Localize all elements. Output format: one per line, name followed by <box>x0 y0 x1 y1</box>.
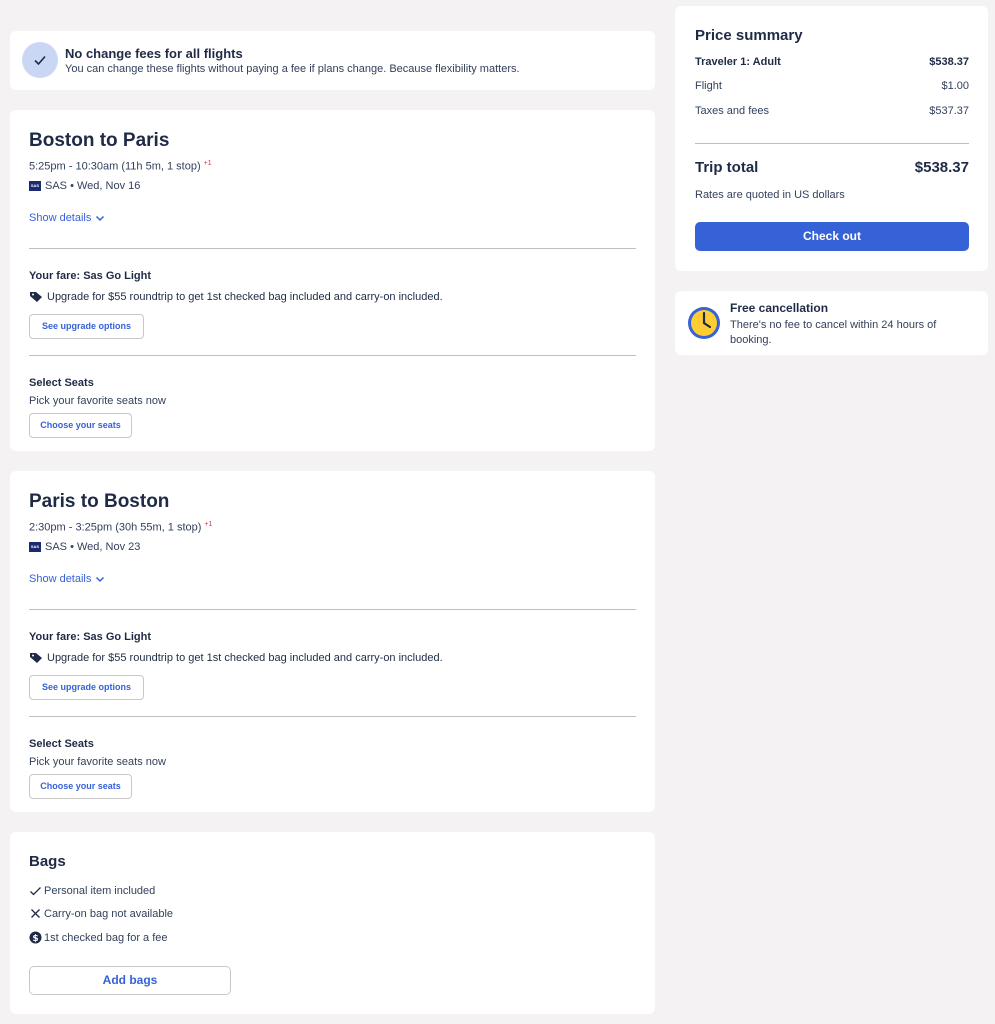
add-bags-button[interactable]: Add bags <box>29 966 231 995</box>
divider <box>695 143 969 144</box>
airline-date-text: SAS • Wed, Nov 16 <box>45 180 141 192</box>
price-summary-title: Price summary <box>695 27 803 44</box>
select-seats-subtitle: Pick your favorite seats now <box>29 395 166 407</box>
show-details-label: Show details <box>29 573 92 585</box>
no-change-fees-banner: No change fees for all flights You can c… <box>10 31 655 90</box>
divider <box>29 716 636 717</box>
outbound-flight-card: Boston to Paris 5:25pm - 10:30am (11h 5m… <box>10 110 655 451</box>
flight-time-text: 5:25pm - 10:30am (11h 5m, 1 stop) <box>29 160 201 173</box>
divider <box>29 355 636 356</box>
flight-price-row: Flight $1.00 <box>695 80 969 92</box>
see-upgrade-options-button[interactable]: See upgrade options <box>29 314 144 339</box>
tag-icon <box>30 292 42 302</box>
bag-item: Carry-on bag not available <box>29 908 173 920</box>
select-seats-subtitle: Pick your favorite seats now <box>29 756 166 768</box>
trip-total-amount: $538.37 <box>914 159 969 176</box>
bags-card: Bags Personal item included Carry-on bag… <box>10 832 655 1014</box>
chevron-down-icon <box>96 576 105 583</box>
bag-item-label: 1st checked bag for a fee <box>44 931 168 944</box>
flight-time: 2:30pm - 3:25pm (30h 55m, 1 stop) +1 <box>29 521 212 534</box>
check-icon <box>22 42 58 78</box>
show-details-link[interactable]: Show details <box>29 573 105 585</box>
chevron-down-icon <box>96 215 105 222</box>
free-cancellation-subtitle: There's no fee to cancel within 24 hours… <box>730 319 937 346</box>
select-seats-label: Select Seats <box>29 738 94 750</box>
bag-item: Personal item included <box>29 885 155 897</box>
fare-label: Your fare: Sas Go Light <box>29 631 152 643</box>
see-upgrade-options-button[interactable]: See upgrade options <box>29 675 144 700</box>
bag-item: $ 1st checked bag for a fee <box>29 931 168 944</box>
fare-label: Your fare: Sas Go Light <box>29 270 152 282</box>
price-summary-card: Price summary Traveler 1: Adult $538.37 … <box>675 6 988 271</box>
bag-item-label: Personal item included <box>44 885 156 897</box>
trip-total-row: Trip total $538.37 <box>695 159 969 176</box>
select-seats-label: Select Seats <box>29 377 94 389</box>
taxes-label: Taxes and fees <box>695 105 769 117</box>
clock-icon <box>688 307 720 339</box>
x-icon <box>31 909 40 918</box>
sas-logo-icon: SAS <box>29 181 41 191</box>
divider <box>29 248 636 249</box>
divider <box>29 609 636 610</box>
show-details-link[interactable]: Show details <box>29 212 105 224</box>
flight-time-text: 2:30pm - 3:25pm (30h 55m, 1 stop) <box>29 521 202 534</box>
traveler-row: Traveler 1: Adult $538.37 <box>695 56 969 68</box>
free-cancellation-title: Free cancellation <box>730 301 829 315</box>
route-title: Paris to Boston <box>29 491 170 512</box>
banner-subtitle: You can change these flights without pay… <box>65 63 520 75</box>
upgrade-info: Upgrade for $55 roundtrip to get 1st che… <box>29 652 443 664</box>
banner-title: No change fees for all flights <box>65 46 243 61</box>
upgrade-text: Upgrade for $55 roundtrip to get 1st che… <box>47 652 443 664</box>
show-details-label: Show details <box>29 212 92 224</box>
svg-text:$: $ <box>32 934 38 944</box>
airline-date-text: SAS • Wed, Nov 23 <box>45 541 141 553</box>
airline-date: SAS SAS • Wed, Nov 16 <box>29 180 140 192</box>
airline-date: SAS SAS • Wed, Nov 23 <box>29 541 140 553</box>
free-cancellation-card: Free cancellation There's no fee to canc… <box>675 291 988 355</box>
flight-amount: $1.00 <box>941 80 969 92</box>
tag-icon <box>30 653 42 663</box>
dollar-icon: $ <box>29 931 42 944</box>
check-out-button[interactable]: Check out <box>695 222 969 251</box>
flight-label: Flight <box>695 80 722 92</box>
flight-time: 5:25pm - 10:30am (11h 5m, 1 stop) +1 <box>29 160 212 173</box>
traveler-amount: $538.37 <box>929 56 969 68</box>
bags-title: Bags <box>29 853 66 870</box>
choose-seats-button[interactable]: Choose your seats <box>29 413 132 438</box>
rates-note: Rates are quoted in US dollars <box>695 189 845 201</box>
sas-logo-icon: SAS <box>29 542 41 552</box>
taxes-amount: $537.37 <box>929 105 969 117</box>
day-offset: +1 <box>204 521 213 528</box>
traveler-label: Traveler 1: Adult <box>695 56 781 68</box>
route-title: Boston to Paris <box>29 130 170 151</box>
bag-item-label: Carry-on bag not available <box>44 908 174 920</box>
trip-total-label: Trip total <box>695 159 759 176</box>
return-flight-card: Paris to Boston 2:30pm - 3:25pm (30h 55m… <box>10 471 655 812</box>
choose-seats-button[interactable]: Choose your seats <box>29 774 132 799</box>
upgrade-text: Upgrade for $55 roundtrip to get 1st che… <box>47 291 443 303</box>
day-offset: +1 <box>203 160 212 167</box>
check-icon <box>30 887 41 896</box>
upgrade-info: Upgrade for $55 roundtrip to get 1st che… <box>29 291 443 303</box>
taxes-row: Taxes and fees $537.37 <box>695 105 969 117</box>
